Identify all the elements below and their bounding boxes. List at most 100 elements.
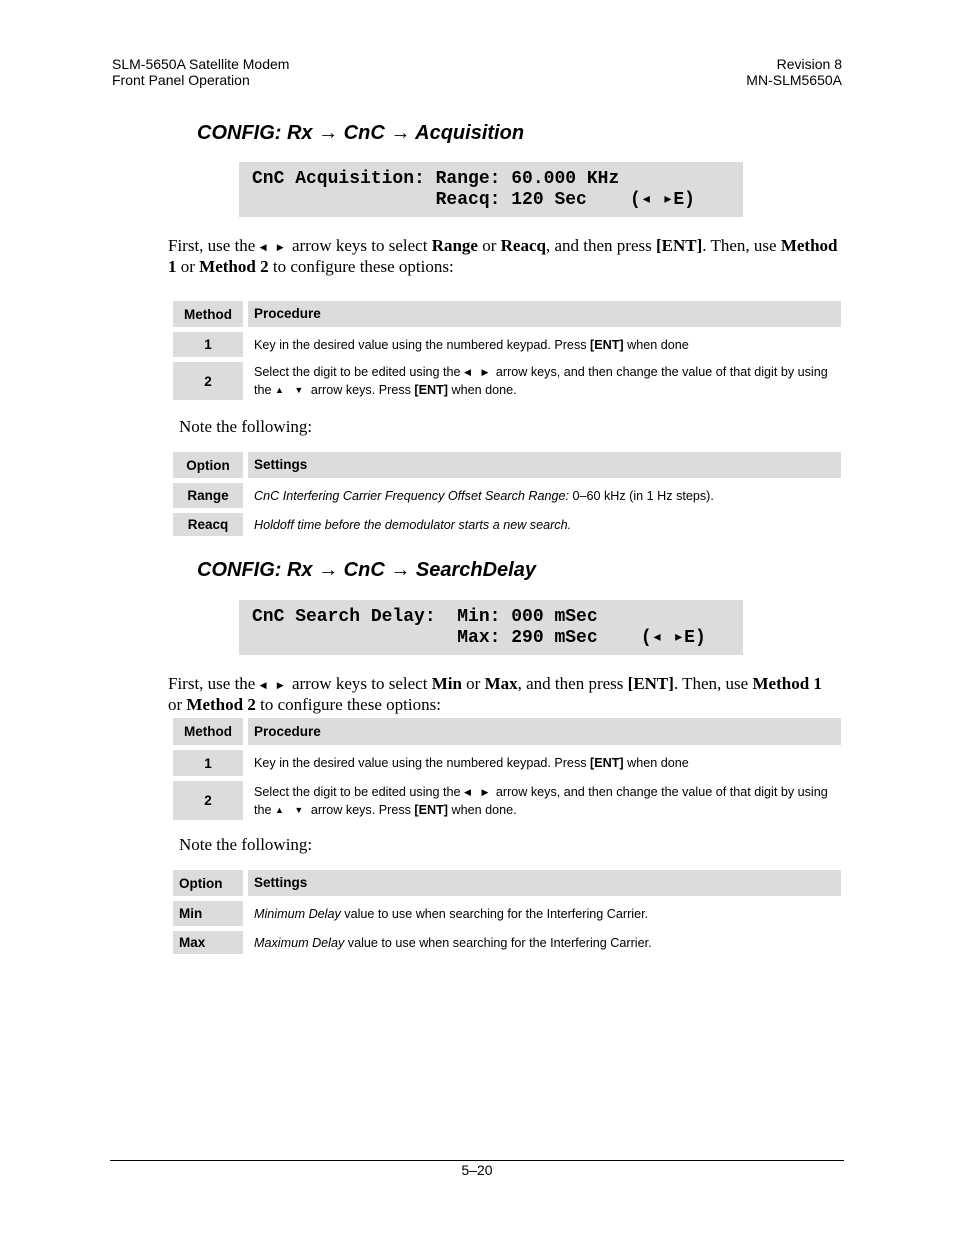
text-run: to configure these options: (255, 695, 441, 714)
section-heading: CONFIG: Rx → CnC → SearchDelay (197, 559, 536, 581)
row-description: Key in the desired value using the numbe… (248, 332, 841, 357)
left-right-arrow-icon: ◀ ▶ (464, 786, 493, 797)
text-run: arrow keys. Press (307, 383, 415, 397)
left-right-arrow-icon: ◀ ▶ (259, 680, 288, 690)
text-run: [ENT] (590, 756, 624, 770)
row-description: Maximum Delay value to use when searchin… (248, 931, 841, 954)
text-run: [ENT] (414, 383, 448, 397)
text-run: arrow keys to select (287, 236, 432, 255)
text-run: , and then press (517, 674, 628, 693)
text-run: Select the digit to be edited using the (254, 784, 465, 799)
text-run: arrow keys to select (287, 674, 432, 693)
column-header: Method (173, 301, 243, 327)
text-run: to configure these options: (268, 257, 454, 276)
text-run: . Then, use (702, 236, 781, 255)
text-run: Method 2 (186, 695, 256, 714)
table-header-row: Method Procedure (173, 301, 841, 327)
row-description: Minimum Delay value to use when searchin… (248, 901, 841, 926)
text-run: Method 2 (199, 257, 269, 276)
chapter-name: Front Panel Operation (112, 72, 250, 88)
text-run: Select the digit to be edited using the (254, 365, 465, 379)
description-text: Holdoff time before the demodulator star… (254, 516, 571, 534)
description-text: Select the digit to be edited using the … (254, 363, 835, 399)
row-key: Min (173, 901, 243, 926)
text-run: First, use the (168, 674, 260, 693)
table-header-row: Option Settings (173, 870, 841, 896)
text-run: Maximum Delay (254, 935, 345, 950)
left-right-arrow-icon: ◀ ▶ (259, 242, 288, 252)
text-run: Max (484, 674, 518, 693)
row-description: Holdoff time before the demodulator star… (248, 513, 841, 536)
text-run: Holdoff time before the demodulator star… (254, 517, 572, 532)
text-run: Key in the desired value using the numbe… (254, 756, 591, 770)
row-description: CnC Interfering Carrier Frequency Offset… (248, 483, 841, 508)
row-key: Range (173, 483, 243, 508)
table-row: 1 Key in the desired value using the numb… (173, 332, 841, 357)
text-run: or (461, 674, 485, 693)
revision: Revision 8 (776, 56, 842, 72)
row-key: 2 (173, 362, 243, 400)
description-text: Minimum Delay value to use when searchin… (254, 905, 648, 923)
intro-paragraph: First, use the ◀ ▶ arrow keys to select … (168, 236, 840, 277)
text-run: First, use the (168, 236, 260, 255)
row-key: 2 (173, 781, 243, 820)
lcd-line-2: Max: 290 mSec (◂ ▸E) (252, 628, 706, 648)
text-run: Reacq (500, 236, 546, 255)
document-page: SLM-5650A Satellite Modem Front Panel Op… (0, 0, 954, 1235)
row-description: Key in the desired value using the numbe… (248, 750, 841, 776)
lcd-display: CnC Acquisition: Range: 60.000 KHz Reacq… (239, 162, 743, 217)
text-run: when done. (448, 802, 517, 817)
row-key: 1 (173, 332, 243, 357)
up-down-arrow-icon: ▲ ▼ (275, 385, 308, 395)
intro-paragraph: First, use the ◀ ▶ arrow keys to select … (168, 674, 840, 715)
column-header: Settings (248, 452, 841, 478)
page-number: 5–20 (461, 1162, 493, 1178)
text-run: value to use when searching for the Inte… (340, 906, 649, 921)
method-table: Method Procedure 1 Key in the desired value… (173, 301, 841, 405)
text-run: [ENT] (590, 337, 624, 352)
footer-rule (110, 1160, 844, 1161)
table-row: 2 Select the digit to be edited using the… (173, 362, 841, 400)
column-header: Method (173, 718, 243, 745)
method-table: Method Procedure 1 Key in the desired value… (173, 718, 841, 825)
text-run: Min (431, 674, 462, 693)
lcd-line-2: Reacq: 120 Sec (◂ ▸E) (252, 190, 695, 210)
description-text: Key in the desired value using the numbe… (254, 754, 689, 772)
description-text: Select the digit to be edited using the … (254, 783, 835, 819)
note-text: Note the following: (179, 835, 313, 854)
product-name: SLM-5650A Satellite Modem (112, 56, 290, 72)
option-table: Option Settings Min Minimum Delay value to … (173, 870, 841, 959)
text-run: or (168, 695, 187, 714)
column-header: Option (173, 870, 243, 896)
table-row: 1 Key in the desired value using the numb… (173, 750, 841, 776)
row-description: Select the digit to be edited using the … (248, 362, 841, 400)
text-run: CnC Interfering Carrier Frequency Offset… (254, 488, 569, 503)
table-header-row: Method Procedure (173, 718, 841, 745)
text-run: 0–60 kHz (in 1 Hz steps). (568, 488, 714, 503)
text-run: when done (623, 337, 689, 352)
text-run: [ENT] (655, 236, 703, 255)
text-run: Key in the desired value using the numbe… (254, 337, 591, 352)
text-run: . Then, use (673, 674, 753, 693)
table-header-row: Option Settings (173, 452, 841, 478)
description-text: CnC Interfering Carrier Frequency Offset… (254, 487, 714, 505)
description-text: Key in the desired value using the numbe… (254, 336, 689, 354)
text-run: value to use when searching for the Inte… (344, 935, 652, 950)
text-run: when done. (448, 383, 517, 397)
table-row: Range CnC Interfering Carrier Frequency O… (173, 483, 841, 508)
note-text: Note the following: (179, 417, 313, 436)
left-right-arrow-icon: ◀ ▶ (464, 367, 493, 377)
running-header-left: SLM-5650A Satellite Modem Front Panel Op… (112, 56, 289, 88)
table-row: 2 Select the digit to be edited using the… (173, 781, 841, 820)
text-run: or (176, 257, 200, 276)
column-header: Settings (248, 870, 841, 896)
option-table: Option Settings Range CnC Interfering Carri… (173, 452, 841, 541)
column-header: Procedure (248, 718, 841, 745)
lcd-line-1: CnC Acquisition: Range: 60.000 KHz (252, 169, 620, 189)
row-key: 1 (173, 750, 243, 776)
text-run: [ENT] (414, 802, 448, 817)
text-run: [ENT] (627, 674, 674, 693)
up-down-arrow-icon: ▲ ▼ (275, 804, 308, 815)
section-heading: CONFIG: Rx → CnC → Acquisition (197, 122, 525, 144)
text-run: when done (623, 756, 689, 770)
